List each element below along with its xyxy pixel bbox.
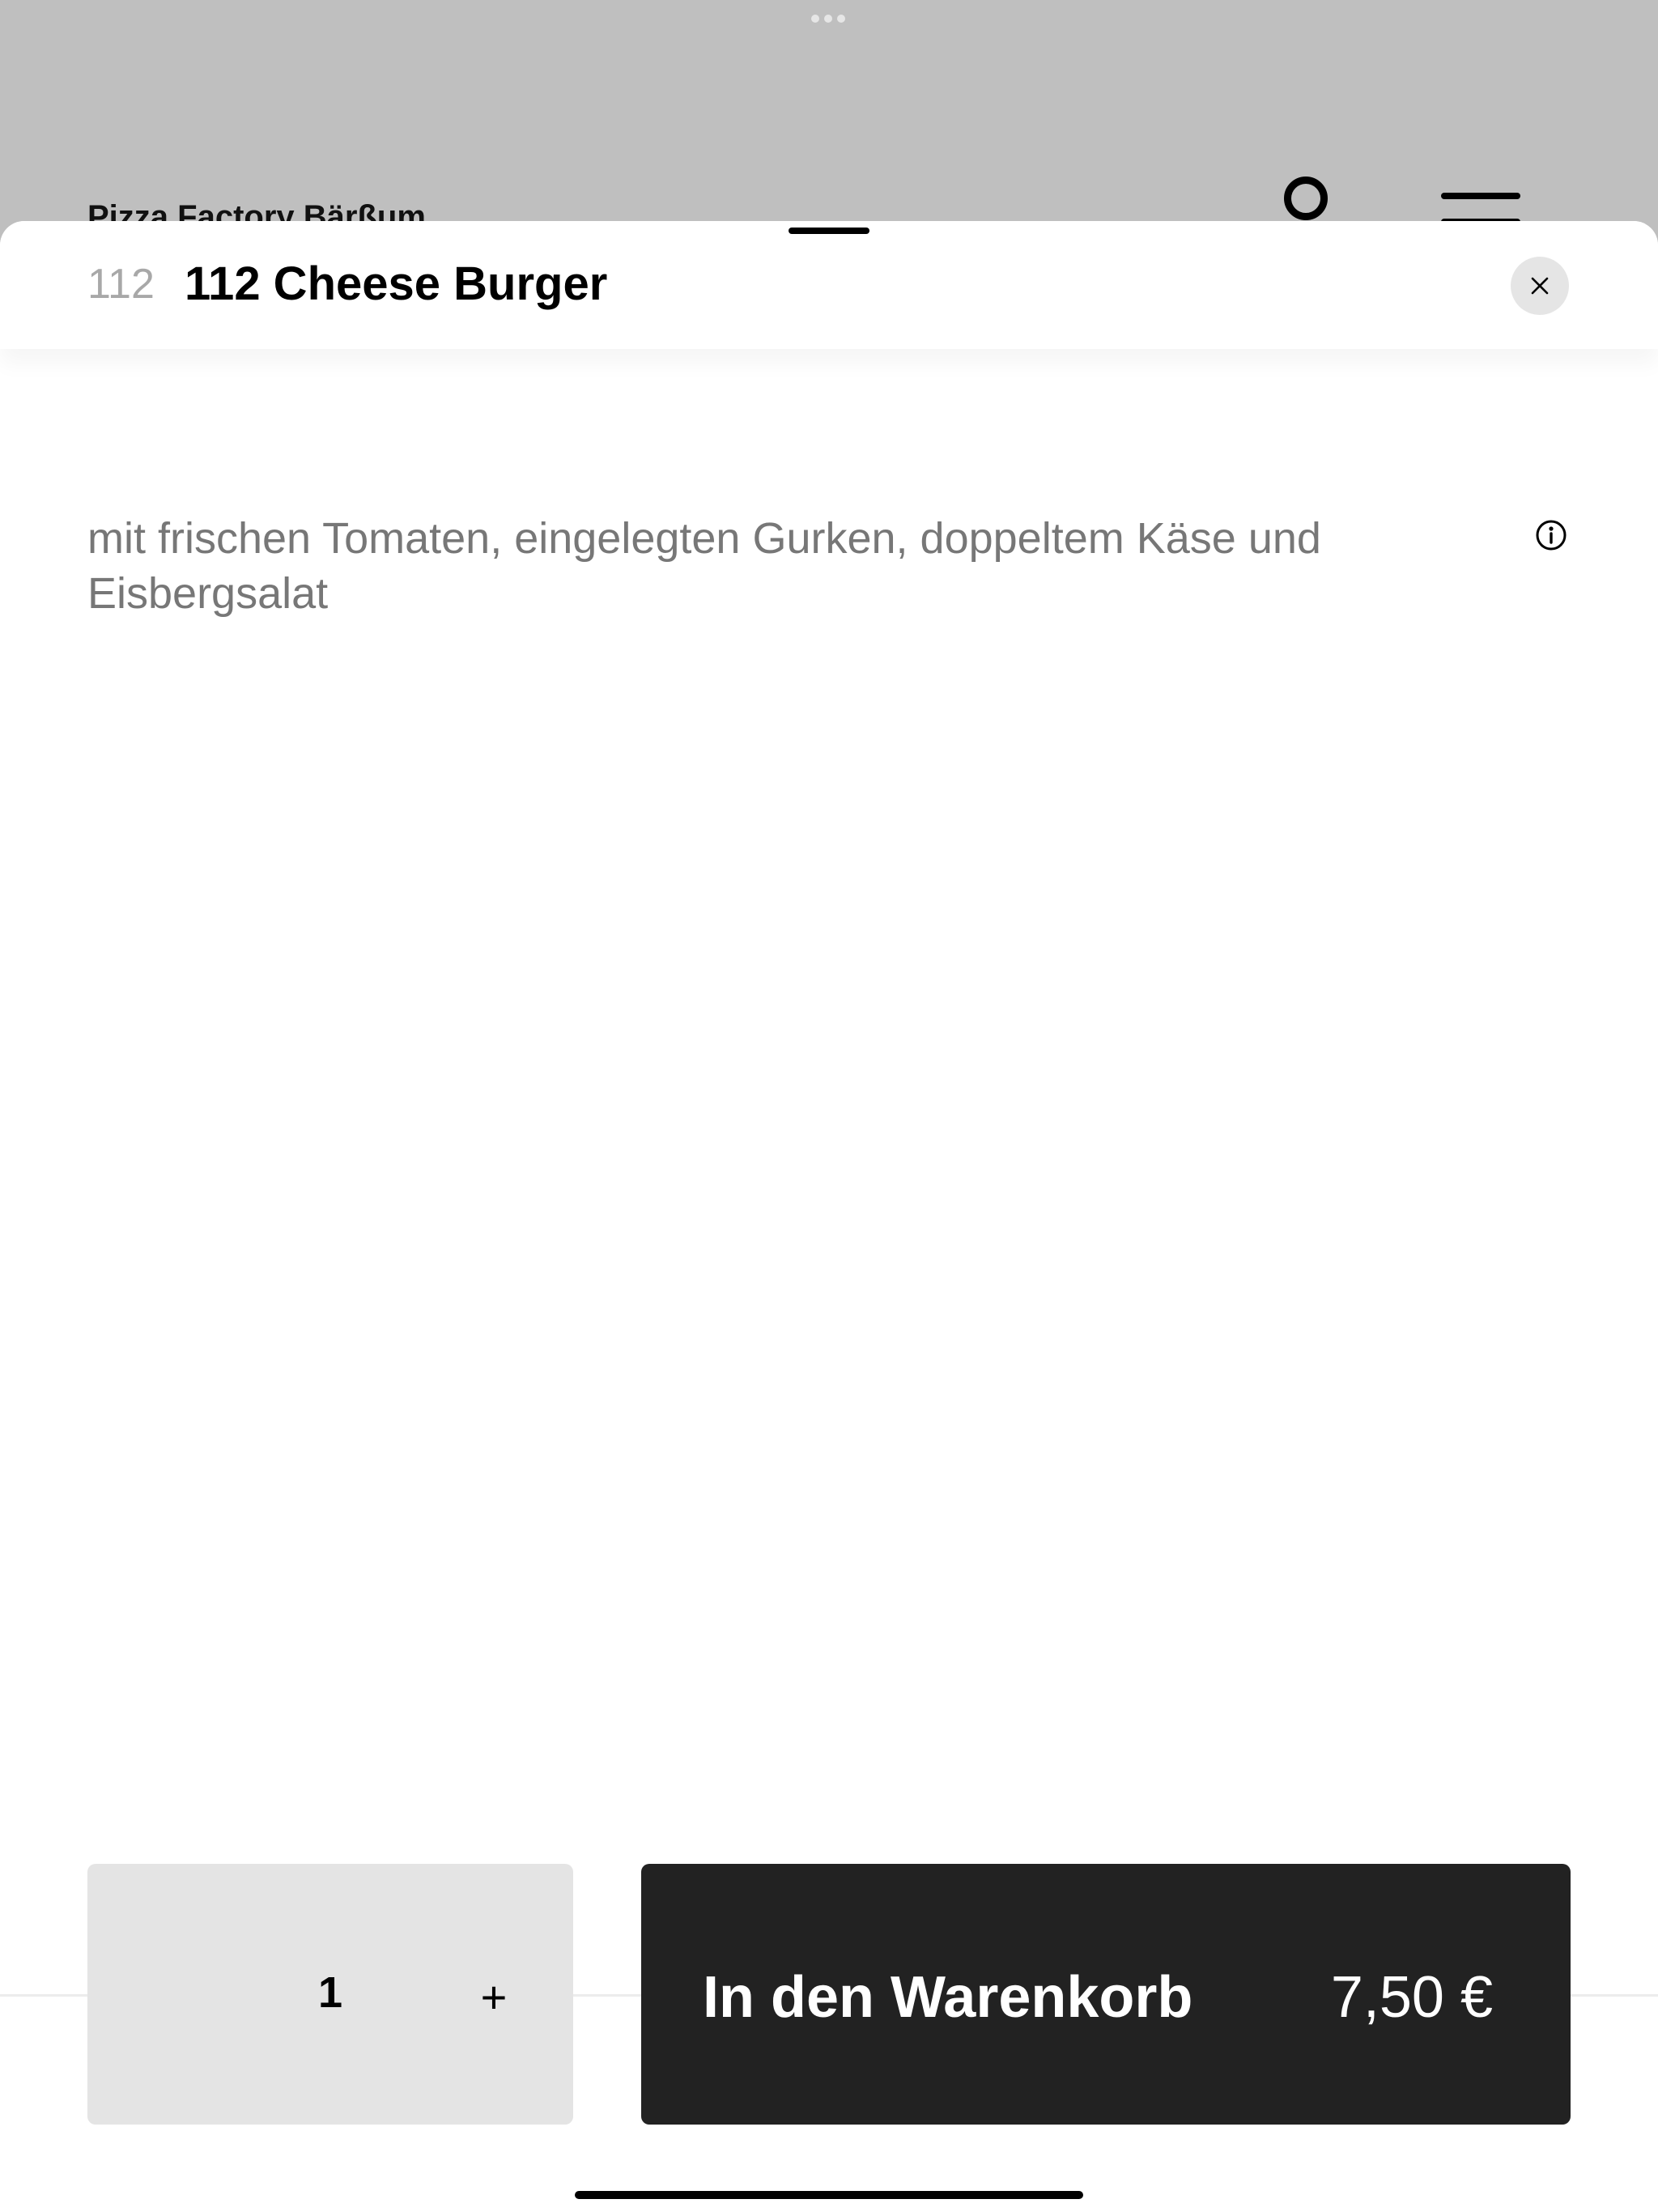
home-indicator[interactable] xyxy=(575,2191,1083,2199)
item-description: mit frischen Tomaten, eingelegten Gurken… xyxy=(87,514,1321,618)
sheet-grabber[interactable] xyxy=(789,228,869,234)
quantity-value: 1 xyxy=(317,1968,343,2017)
item-number: 112 xyxy=(87,261,155,308)
background-app-header: Pizza Factory Bärßum xyxy=(0,0,1658,243)
info-icon xyxy=(1536,520,1567,551)
price-label: 7,50 € xyxy=(1330,1965,1493,2030)
user-icon[interactable] xyxy=(1284,177,1328,220)
increase-quantity-button[interactable]: + xyxy=(461,1964,526,2029)
sheet-header: 112 112 Cheese Burger xyxy=(0,221,1658,349)
multitasking-dots-icon[interactable] xyxy=(811,15,845,23)
close-button[interactable] xyxy=(1511,257,1569,315)
item-title: 112 Cheese Burger xyxy=(185,257,608,310)
close-icon xyxy=(1531,277,1549,295)
add-to-cart-button[interactable]: In den Warenkorb 7,50 € xyxy=(641,1864,1571,2125)
app-root: Pizza Factory Bärßum 112 112 Cheese Burg… xyxy=(0,0,1658,2212)
add-to-cart-label: In den Warenkorb xyxy=(703,1965,1193,2030)
info-button[interactable] xyxy=(1535,519,1567,551)
quantity-stepper: 1 + xyxy=(87,1864,573,2125)
